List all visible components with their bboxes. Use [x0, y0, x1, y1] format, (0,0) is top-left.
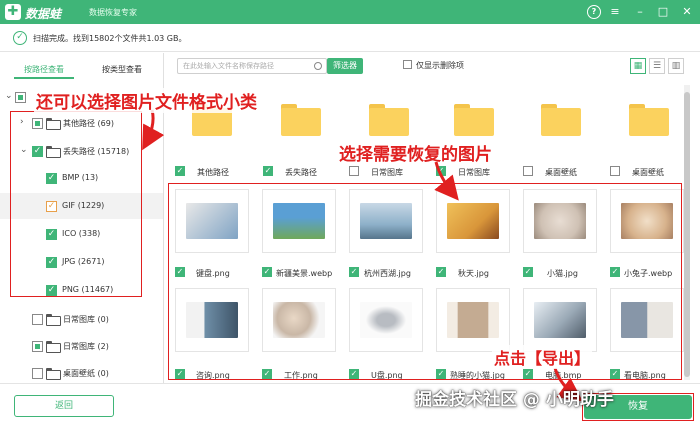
folder-checkbox[interactable]: ✓ — [263, 166, 273, 176]
filter-button[interactable]: 筛选器 — [327, 58, 363, 74]
minimize-icon[interactable]: – — [633, 5, 647, 19]
folder-label: 丢失路径 — [285, 168, 317, 177]
folder-icon[interactable] — [454, 104, 494, 136]
folder-label: 其他路径 — [197, 168, 229, 177]
tree-checkbox[interactable] — [32, 368, 43, 379]
tree-root-checkbox[interactable] — [15, 92, 26, 103]
tree-item-daily-gallery[interactable]: 日常图库 (2) — [0, 333, 163, 359]
scan-status-bar: ✓ 扫描完成。找到15802个文件共1.03 GB。 — [0, 24, 700, 52]
folder-checkbox[interactable]: ✓ — [436, 166, 446, 176]
chevron-down-icon[interactable]: ⌄ — [5, 91, 15, 101]
folder-icon — [46, 314, 61, 326]
annotation-box-images — [168, 183, 682, 380]
folder-checkbox[interactable]: ✓ — [175, 166, 185, 176]
tree-item-daily-gallery-empty[interactable]: 日常图库 (0) — [0, 306, 163, 332]
help-icon[interactable]: ? — [587, 5, 601, 19]
folder-label: 桌面壁纸 — [632, 168, 664, 177]
folder-label: 日常图库 — [371, 168, 403, 177]
folder-checkbox[interactable] — [610, 166, 620, 176]
annotation-box-format-types — [10, 111, 142, 297]
search-input[interactable]: 在此处输入文件名称保存路径 — [177, 58, 327, 74]
search-icon[interactable] — [314, 62, 322, 70]
annotation-export-hint: 点击【导出】 — [492, 345, 593, 369]
scrollbar-thumb[interactable] — [684, 92, 690, 377]
annotation-format-hint: 还可以选择图片文件格式小类 — [34, 88, 259, 113]
tab-by-path[interactable]: 按路径查看 — [14, 61, 74, 79]
tab-by-type[interactable]: 按类型查看 — [92, 61, 152, 79]
folder-icon[interactable] — [541, 104, 581, 136]
annotation-select-hint: 选择需要恢复的图片 — [339, 145, 492, 165]
tree-item-label: 日常图库 (2) — [63, 342, 109, 351]
close-icon[interactable]: ✕ — [680, 5, 694, 19]
app-name: 数据蛙 — [25, 7, 62, 21]
list-view-icon[interactable]: ☰ — [649, 58, 665, 74]
back-button[interactable]: 返回 — [14, 395, 114, 417]
grid-view-icon[interactable]: ▦ — [630, 58, 646, 74]
only-deleted-label: 仅显示删除项 — [416, 61, 464, 70]
folder-checkbox[interactable] — [523, 166, 533, 176]
folder-icon — [46, 368, 61, 380]
detail-view-icon[interactable]: ▥ — [668, 58, 684, 74]
tree-item-label: 日常图库 (0) — [63, 315, 109, 324]
folder-icon[interactable] — [369, 104, 409, 136]
folder-label: 日常图库 — [458, 168, 490, 177]
folder-icon — [46, 341, 61, 353]
only-deleted-checkbox[interactable]: 仅显示删除项 — [403, 60, 464, 71]
title-bar: ✚ 数据蛙 数据恢复专家 ? ≡ – □ ✕ — [0, 0, 700, 24]
app-logo-icon: ✚ — [5, 4, 21, 20]
tree-checkbox[interactable] — [32, 314, 43, 325]
folder-checkbox[interactable] — [349, 166, 359, 176]
folder-icon[interactable] — [629, 104, 669, 136]
maximize-icon[interactable]: □ — [656, 5, 670, 19]
check-circle-icon: ✓ — [13, 31, 27, 45]
folder-label: 桌面壁纸 — [545, 168, 577, 177]
menu-icon[interactable]: ≡ — [608, 5, 622, 19]
checkbox-box[interactable] — [403, 60, 412, 69]
tree-checkbox[interactable] — [32, 341, 43, 352]
watermark-text: 掘金技术社区 @ 小明助手 — [415, 390, 614, 410]
tree-item-label: 桌面壁纸 (0) — [63, 369, 109, 378]
scan-status-text: 扫描完成。找到15802个文件共1.03 GB。 — [33, 34, 187, 43]
search-placeholder: 在此处输入文件名称保存路径 — [183, 62, 274, 70]
footer-divider — [0, 383, 700, 384]
app-subtitle: 数据恢复专家 — [89, 8, 137, 17]
folder-icon[interactable] — [281, 104, 321, 136]
